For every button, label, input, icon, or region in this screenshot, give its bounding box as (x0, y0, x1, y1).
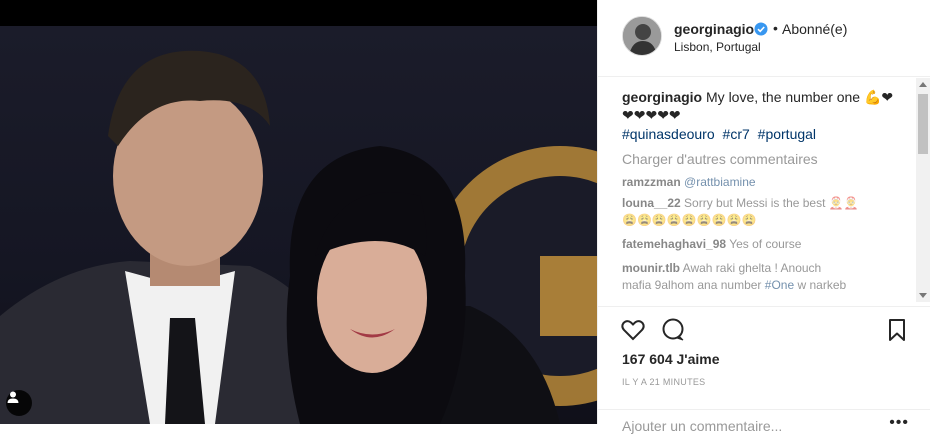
hashtag-list: #quinasdeouro #cr7 #portugal (622, 125, 912, 143)
comment-text: 😩😩😩😩😩😩😩😩😩 (622, 213, 757, 227)
hashtag-link[interactable]: #quinasdeouro (622, 126, 715, 142)
bookmark-icon[interactable] (884, 317, 910, 343)
scroll-up-arrow-icon[interactable] (919, 82, 927, 87)
photo-illustration (0, 50, 597, 424)
comment-username[interactable]: ramzzman (622, 175, 681, 189)
comment-text: mafia 9alhom ana number (622, 278, 762, 292)
load-more-comments-button[interactable]: Charger d'autres commentaires (622, 151, 912, 167)
caption-hearts: ❤❤❤❤❤ (622, 107, 681, 123)
verified-badge-icon (754, 22, 768, 36)
post-username[interactable]: georginagio (674, 21, 754, 37)
comment-item: fatemehaghavi_98 Yes of course (622, 236, 912, 253)
post-side-panel: georginagio • Abonné(e) Lisbon, Portugal… (597, 0, 930, 434)
comment-text: Sorry but Messi is the best 🤶🤶 (684, 196, 859, 210)
hashtag-link[interactable]: #portugal (758, 126, 816, 142)
likes-count[interactable]: 167 604 J'aime (622, 351, 720, 367)
comments-scrollbar[interactable] (916, 78, 930, 302)
more-options-icon[interactable]: ••• (889, 414, 909, 432)
comment-item: louna__22 Sorry but Messi is the best 🤶🤶… (622, 195, 912, 229)
comment-mention[interactable]: @rattbiamine (684, 175, 756, 189)
comment-item: ramzzman @rattbiamine (622, 174, 912, 191)
comment-bubble-icon[interactable] (660, 317, 686, 343)
post-header: georginagio • Abonné(e) Lisbon, Portugal (598, 0, 930, 77)
post-caption: georginagio My love, the number one 💪❤ (622, 88, 912, 106)
post-timestamp[interactable]: Il y a 21 minutes (622, 377, 705, 387)
comment-text: w narkeb (797, 278, 847, 292)
header-separator: • (773, 20, 778, 36)
comment-item: mounir.tlb Awah raki ghelta ! Anouch maf… (622, 260, 912, 294)
comments-list[interactable]: georginagio My love, the number one 💪❤ ❤… (622, 88, 912, 303)
add-comment-bar: Ajouter un commentaire... ••• (598, 409, 930, 440)
comment-hashtag[interactable]: #One (765, 278, 794, 292)
hashtag-link[interactable]: #cr7 (723, 126, 750, 142)
scrollbar-thumb[interactable] (918, 94, 928, 154)
add-comment-input[interactable]: Ajouter un commentaire... (622, 418, 782, 434)
heart-outline-icon[interactable] (620, 317, 646, 343)
comment-text: Yes of course (729, 237, 802, 251)
top-black-bar (0, 0, 597, 26)
scroll-down-arrow-icon[interactable] (919, 293, 927, 298)
caption-text: My love, the number one 💪❤ (706, 89, 894, 105)
avatar[interactable] (622, 16, 662, 56)
post-location[interactable]: Lisbon, Portugal (674, 40, 761, 54)
user-tag-icon[interactable] (6, 390, 32, 416)
post-actions: 167 604 J'aime Il y a 21 minutes Ajouter… (598, 306, 930, 434)
comment-username[interactable]: louna__22 (622, 196, 681, 210)
caption-username[interactable]: georginagio (622, 89, 702, 105)
comment-username[interactable]: mounir.tlb (622, 261, 680, 275)
post-photo[interactable] (0, 26, 597, 424)
follow-button[interactable]: Abonné(e) (782, 21, 847, 37)
comment-username[interactable]: fatemehaghavi_98 (622, 237, 726, 251)
comment-text: Awah raki ghelta ! Anouch (682, 261, 822, 275)
